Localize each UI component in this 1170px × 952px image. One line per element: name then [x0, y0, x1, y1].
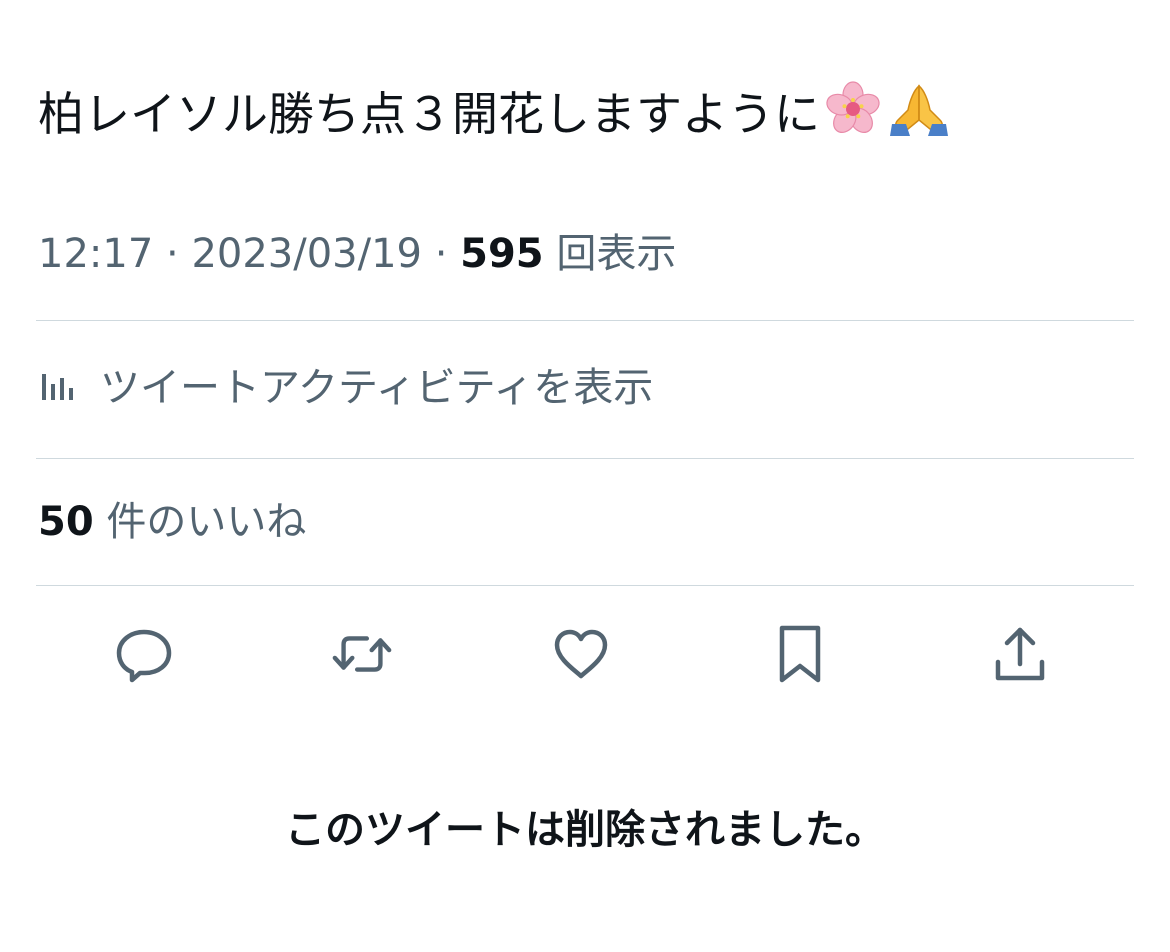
- tweet-meta: 12:17 · 2023/03/19 · 595 回表示: [38, 226, 676, 282]
- meta-separator: ·: [421, 231, 461, 277]
- tweet-actions-bar: [36, 622, 1134, 686]
- reply-icon: [116, 629, 172, 683]
- likes-count-link[interactable]: 50 件のいいね: [38, 494, 306, 550]
- tweet-text: 柏レイソル勝ち点３開花しますように: [38, 87, 820, 141]
- views-count: 595: [460, 231, 544, 277]
- bookmark-button[interactable]: [768, 622, 832, 686]
- share-button[interactable]: [988, 622, 1052, 686]
- retweet-icon: [332, 636, 392, 672]
- tweet-date: 2023/03/19: [191, 231, 422, 277]
- divider: [36, 458, 1134, 459]
- tweet-text-row: 柏レイソル勝ち点３開花しますように: [38, 80, 952, 154]
- views-label: 回表示: [556, 231, 677, 277]
- tweet-activity-label: ツイートアクティビティを表示: [100, 365, 654, 411]
- like-icon: [554, 629, 608, 679]
- likes-count: 50: [38, 499, 94, 545]
- divider: [36, 320, 1134, 321]
- like-button[interactable]: [549, 622, 613, 686]
- retweet-button[interactable]: [330, 622, 394, 686]
- divider: [36, 585, 1134, 586]
- folded-hands-icon: [886, 80, 952, 154]
- cherry-blossom-icon: [824, 80, 882, 154]
- tweet-time: 12:17: [38, 231, 154, 277]
- bar-chart-icon: [38, 364, 78, 404]
- share-icon: [995, 627, 1045, 681]
- meta-separator: ·: [153, 231, 192, 277]
- tweet-activity-link[interactable]: ツイートアクティビティを表示: [38, 354, 653, 414]
- bookmark-icon: [779, 625, 821, 683]
- likes-label: 件のいいね: [106, 499, 307, 545]
- deleted-notice: このツイートは削除されました。: [285, 807, 885, 853]
- reply-button[interactable]: [112, 622, 176, 686]
